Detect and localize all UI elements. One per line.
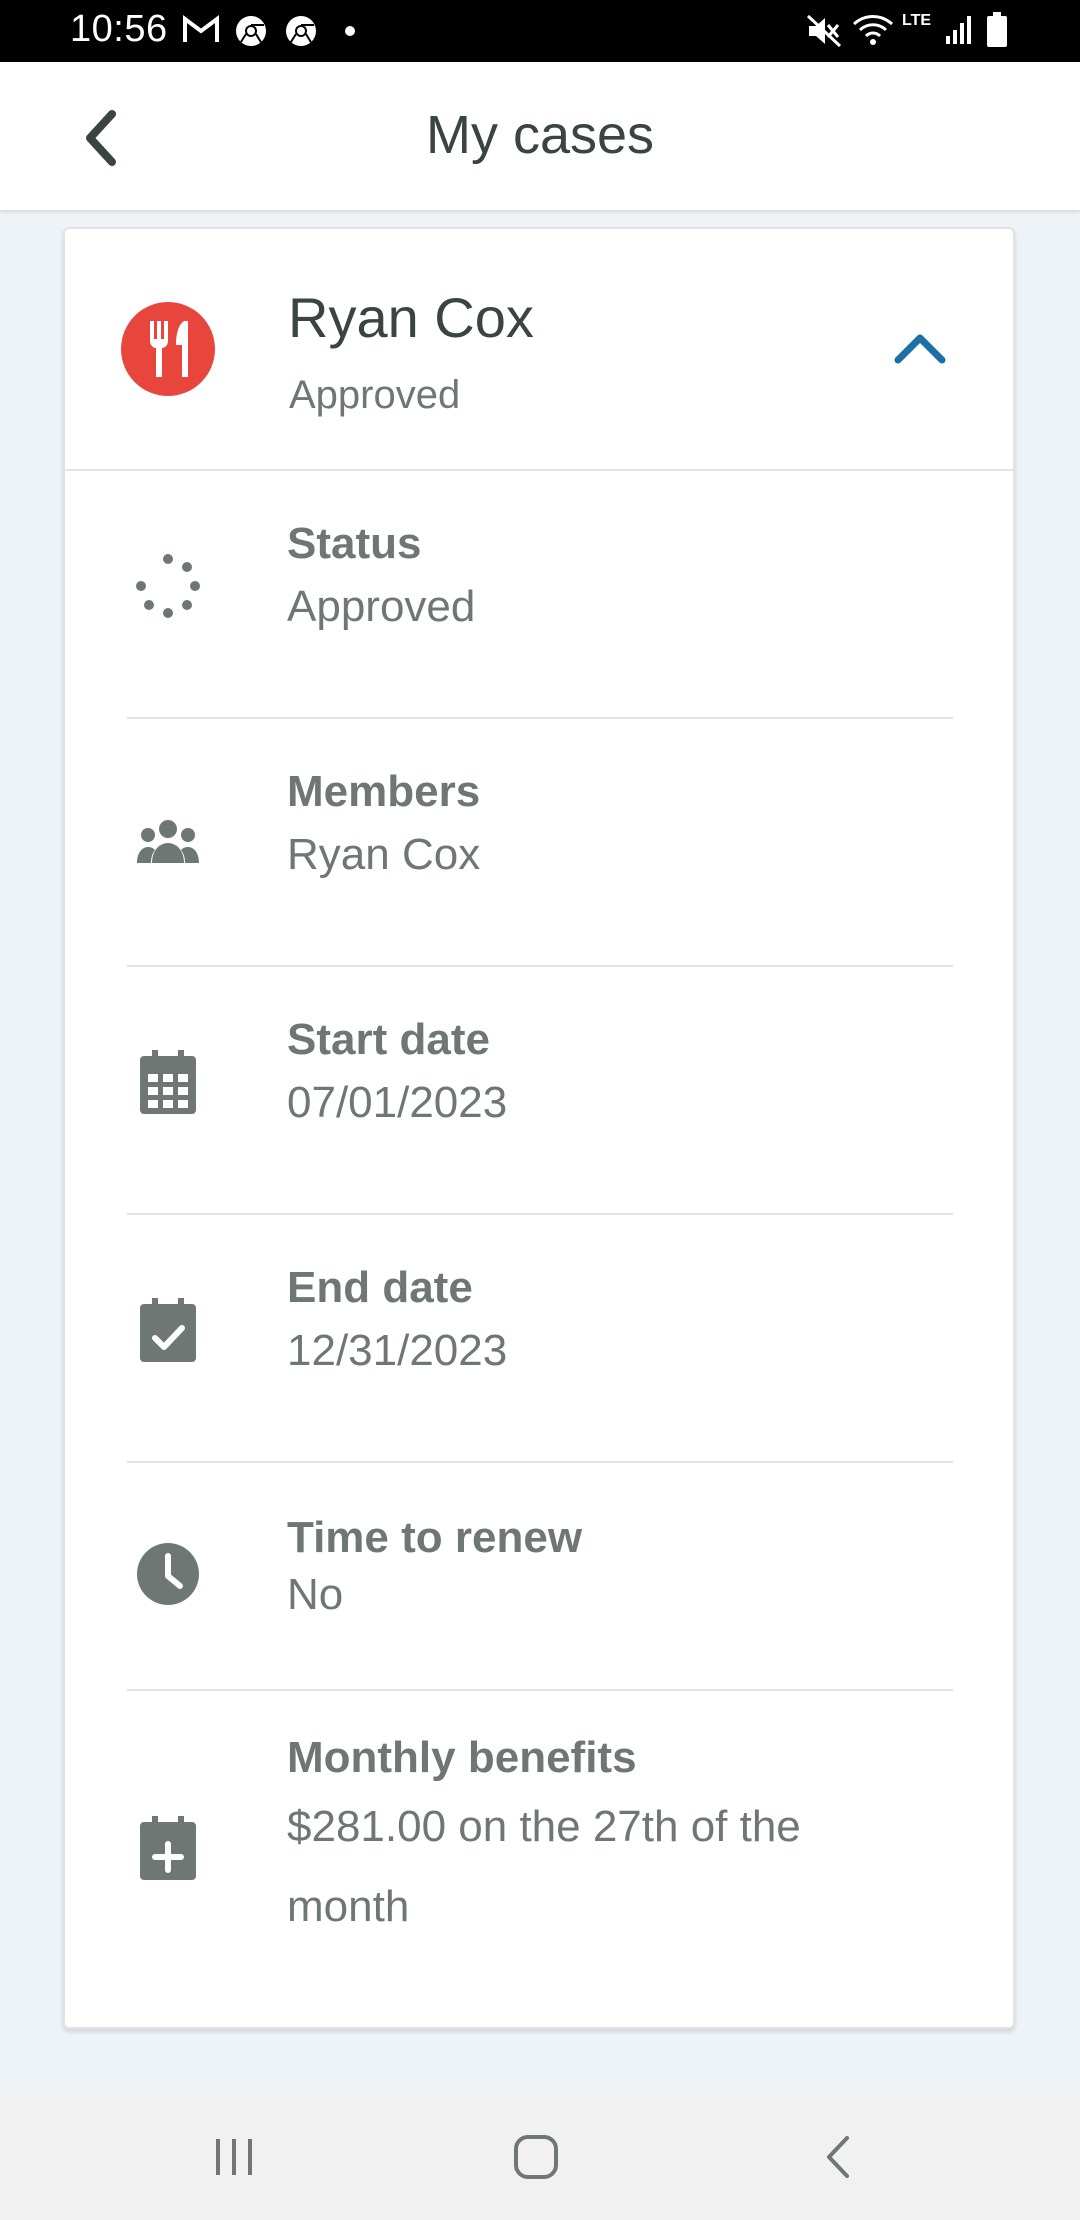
detail-value: No (287, 1570, 344, 1619)
chevron-up-icon (894, 334, 946, 364)
detail-value: Ryan Cox (287, 830, 481, 879)
detail-label: Start date (287, 1015, 490, 1064)
detail-label: Status (287, 519, 422, 568)
system-nav-bar (0, 2094, 1080, 2220)
back-icon (827, 2136, 849, 2178)
status-time: 10:56 (70, 8, 168, 50)
case-card: Ryan Cox Approved Status Approved Member… (63, 227, 1015, 2029)
home-icon (514, 2135, 558, 2179)
calendar-icon (135, 1049, 201, 1115)
calendar-check-icon (135, 1297, 201, 1363)
calendar-plus-icon (135, 1815, 201, 1881)
nav-back-button[interactable] (798, 2124, 878, 2190)
chrome-icon (234, 14, 268, 53)
loading-dots-icon (135, 553, 201, 619)
signal-icon (944, 14, 974, 51)
detail-label: Monthly benefits (287, 1733, 637, 1782)
mute-icon (806, 14, 842, 53)
battery-icon (986, 12, 1008, 53)
lte-icon: LTE (902, 12, 932, 29)
detail-label: Members (287, 767, 481, 816)
chrome-icon (284, 14, 318, 53)
detail-value: 07/01/2023 (287, 1078, 508, 1127)
collapse-button[interactable] (885, 319, 955, 379)
status-bar: 10:56 LTE (0, 0, 1080, 62)
case-status: Approved (289, 373, 461, 417)
case-avatar (121, 302, 215, 396)
clock-icon (135, 1541, 201, 1607)
recents-button[interactable] (194, 2124, 274, 2190)
gmail-icon (182, 14, 220, 51)
case-header[interactable]: Ryan Cox Approved (65, 229, 1013, 471)
page-title: My cases (425, 105, 655, 165)
detail-value: 12/31/2023 (287, 1326, 508, 1375)
home-button[interactable] (496, 2124, 576, 2190)
app-bar: My cases (0, 62, 1080, 210)
detail-value: $281.00 on the 27th of the month (287, 1802, 801, 1931)
detail-row-members: Members Ryan Cox (127, 719, 953, 967)
detail-row-end-date: End date 12/31/2023 (127, 1215, 953, 1463)
detail-row-time-to-renew: Time to renew No (127, 1463, 953, 1691)
detail-label: End date (287, 1263, 473, 1312)
detail-row-start-date: Start date 07/01/2023 (127, 967, 953, 1215)
wifi-icon (852, 14, 894, 53)
detail-row-status: Status Approved (127, 469, 953, 719)
group-icon (135, 809, 201, 875)
recents-icon (216, 2139, 252, 2175)
case-name: Ryan Cox (288, 286, 534, 349)
fork-knife-icon (150, 321, 188, 377)
detail-value: Approved (287, 582, 476, 631)
dot-icon (344, 24, 356, 42)
detail-row-monthly-benefits: Monthly benefits $281.00 on the 27th of … (127, 1691, 953, 2027)
